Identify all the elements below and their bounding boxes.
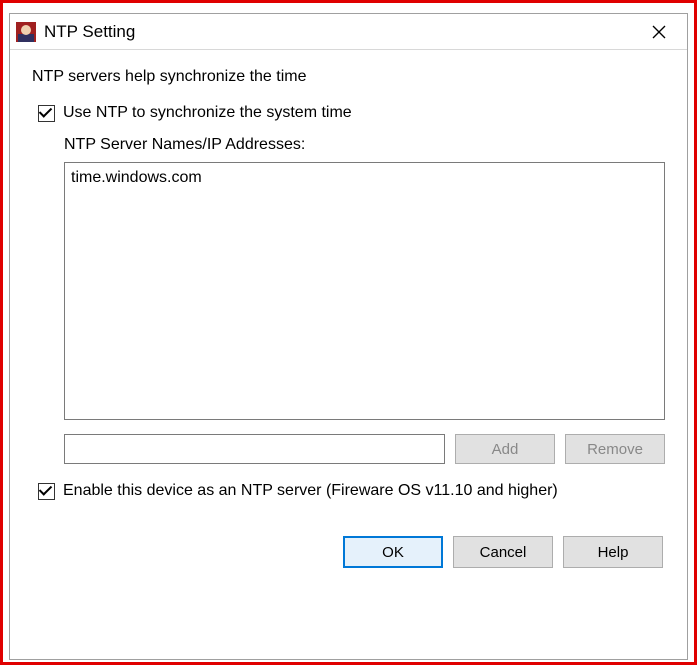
close-button[interactable] xyxy=(639,18,679,46)
enable-ntp-server-checkbox[interactable] xyxy=(38,483,55,500)
new-server-input[interactable] xyxy=(64,434,445,464)
ok-button[interactable]: OK xyxy=(343,536,443,568)
close-icon xyxy=(652,25,666,39)
server-list-label: NTP Server Names/IP Addresses: xyxy=(64,136,665,154)
titlebar: NTP Setting xyxy=(10,14,687,50)
server-listbox[interactable]: time.windows.com xyxy=(64,162,665,420)
add-button[interactable]: Add xyxy=(455,434,555,464)
help-button[interactable]: Help xyxy=(563,536,663,568)
intro-text: NTP servers help synchronize the time xyxy=(32,68,665,86)
remove-button[interactable]: Remove xyxy=(565,434,665,464)
app-icon xyxy=(16,22,36,42)
use-ntp-label: Use NTP to synchronize the system time xyxy=(63,104,352,122)
list-item[interactable]: time.windows.com xyxy=(71,167,658,189)
use-ntp-checkbox[interactable] xyxy=(38,105,55,122)
ntp-setting-dialog: NTP Setting NTP servers help synchronize… xyxy=(9,13,688,660)
window-title: NTP Setting xyxy=(44,22,135,42)
enable-ntp-server-label: Enable this device as an NTP server (Fir… xyxy=(63,482,558,500)
cancel-button[interactable]: Cancel xyxy=(453,536,553,568)
